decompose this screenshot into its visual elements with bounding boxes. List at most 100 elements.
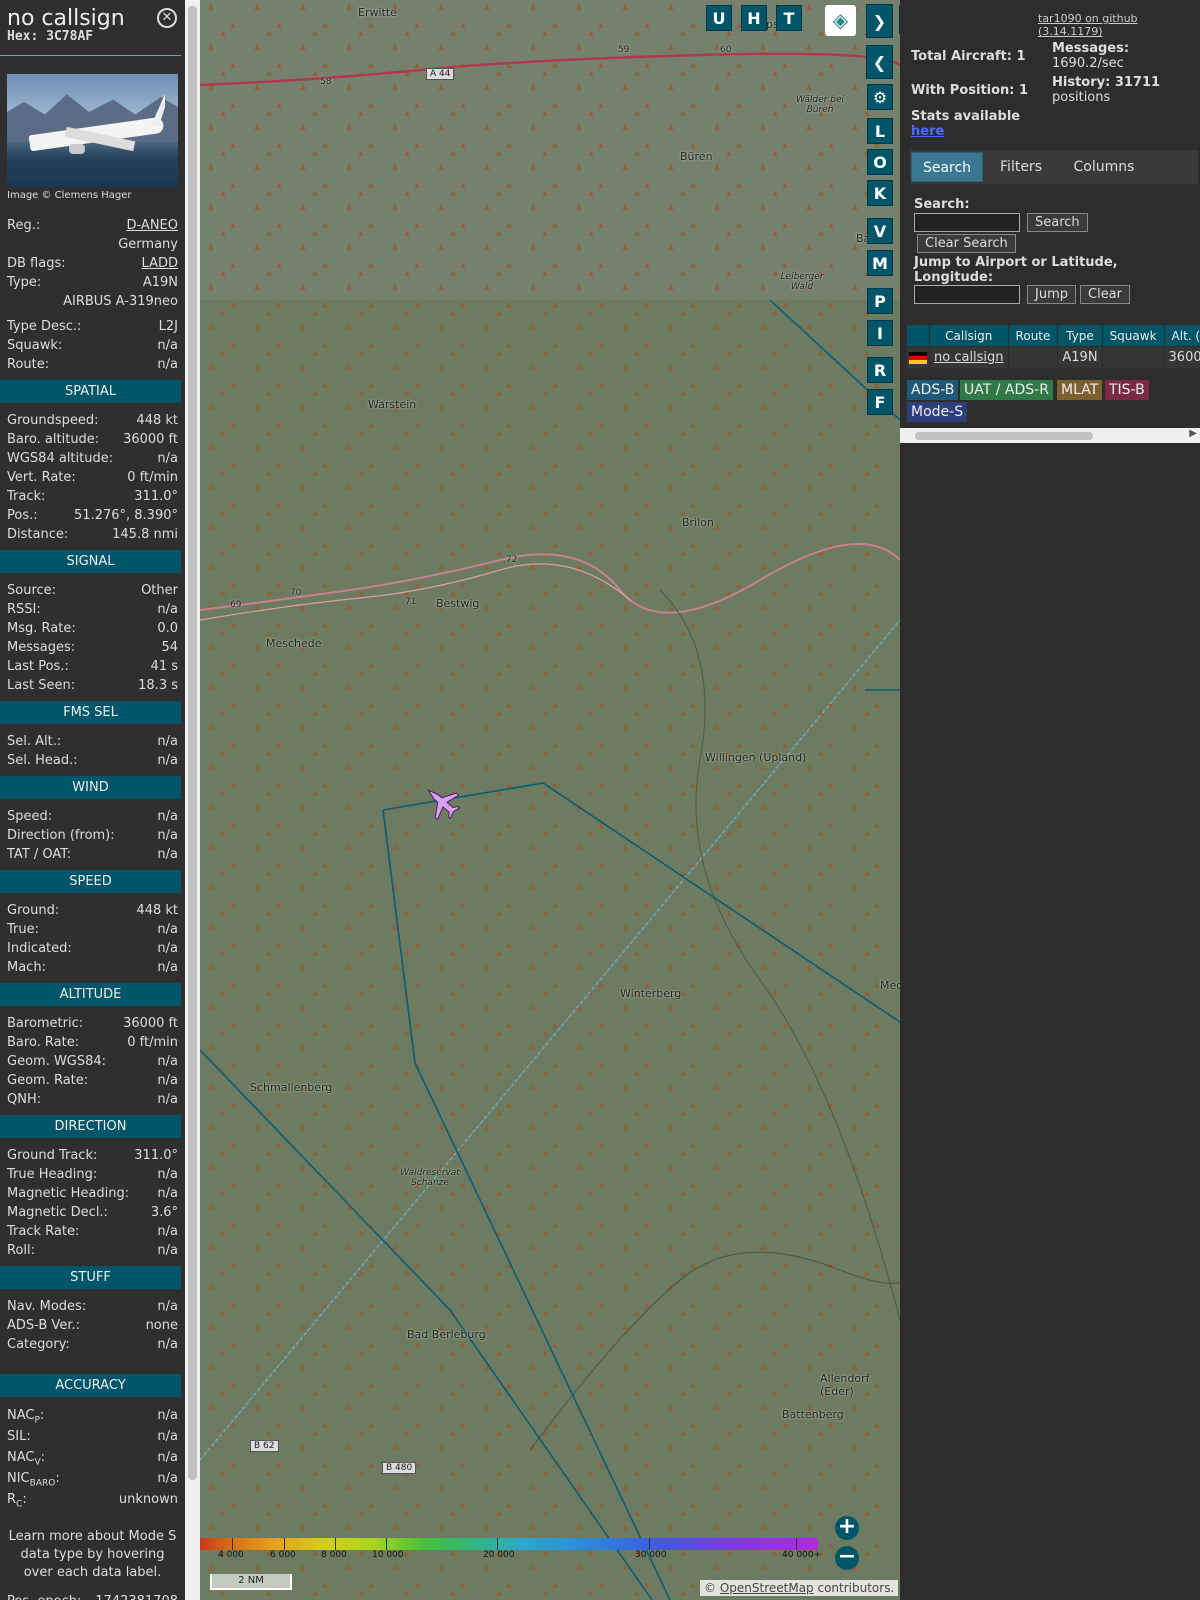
route-cell <box>1007 346 1059 369</box>
road-label: 69 <box>230 600 242 610</box>
search-input[interactable] <box>914 213 1020 232</box>
info-value: n/a <box>157 602 178 617</box>
hex-code: Hex: 3C78AF <box>7 29 94 44</box>
info-row: Last Seen: 18.3 s <box>0 676 185 695</box>
info-label: Type Desc.: <box>7 319 82 334</box>
jump-button[interactable]: Jump <box>1027 285 1076 304</box>
road-label: 59 <box>618 45 630 55</box>
column-header[interactable] <box>906 324 930 347</box>
map-button-k[interactable]: K <box>867 180 893 206</box>
table-row[interactable]: no callsign A19N 36000 <box>906 346 1200 369</box>
info-value: n/a <box>157 1429 178 1444</box>
info-row: Type Desc.: L2J <box>0 317 185 336</box>
map-button-m[interactable]: M <box>867 250 893 276</box>
info-value: n/a <box>157 941 178 956</box>
info-row: Last Pos.: 41 s <box>0 657 185 676</box>
section-header-fms-sel: FMS SEL <box>0 701 181 724</box>
altitude-tick-label: 6 000 <box>270 1550 296 1560</box>
info-row: Speed: n/a <box>0 807 185 826</box>
search-button[interactable]: Search <box>1027 213 1088 232</box>
column-header[interactable]: Callsign <box>929 324 1009 347</box>
info-row: Barometric: 36000 ft <box>0 1014 185 1033</box>
layers-icon[interactable]: ◈ <box>825 5 856 36</box>
basic-info: Reg.: D-ANEO Germany DB flags: LADD Type: A19N… <box>0 216 185 374</box>
chevron-left-icon[interactable]: ❮ <box>866 45 893 79</box>
info-row: Nav. Modes: n/a <box>0 1297 185 1316</box>
altitude-tick-label: 4 000 <box>218 1550 244 1560</box>
map-button-h[interactable]: H <box>741 5 767 31</box>
info-row: Distance: 145.8 nmi <box>0 525 185 544</box>
map-view[interactable]: ErwitteLippstadtWälder bei BürenBürenWar… <box>200 0 900 1600</box>
town-label: Bad Berleburg <box>407 1328 486 1341</box>
column-header[interactable]: Type <box>1057 324 1103 347</box>
info-value: 145.8 nmi <box>112 527 178 542</box>
stats-link[interactable]: here <box>911 124 944 139</box>
total-aircraft: Total Aircraft: 1 <box>911 49 1026 64</box>
table-horizontal-scrollbar[interactable]: ▶ <box>900 428 1200 443</box>
info-value: Other <box>141 583 178 598</box>
info-label: NACP: <box>7 1408 45 1426</box>
info-value[interactable]: LADD <box>142 254 178 273</box>
info-row: Sel. Head.: n/a <box>0 751 185 770</box>
map-button-l[interactable]: L <box>867 118 893 144</box>
map-button-u[interactable]: U <box>706 5 732 31</box>
search-label: Search: <box>914 197 970 212</box>
info-row: RC: unknown <box>0 1489 185 1510</box>
info-row: Type: A19N <box>0 273 185 292</box>
table-header-row: CallsignRouteTypeSquawkAlt. (ft)S <box>906 324 1200 347</box>
clear-button[interactable]: Clear <box>1080 285 1130 304</box>
info-row: Ground: 448 kt <box>0 901 185 920</box>
tab-search[interactable]: Search <box>911 152 983 182</box>
map-button-o[interactable]: O <box>867 149 893 175</box>
map-button-v[interactable]: V <box>867 218 893 244</box>
jump-label: Jump to Airport or Latitude, Longitude: <box>914 255 1118 285</box>
town-label: Schmallenberg <box>250 1081 333 1094</box>
map-button-i[interactable]: I <box>867 320 893 346</box>
info-row: Reg.: D-ANEO <box>0 216 185 235</box>
map-button-p[interactable]: P <box>867 288 893 314</box>
column-header[interactable]: Squawk <box>1101 324 1165 347</box>
map-button-r[interactable]: R <box>867 357 893 383</box>
info-value: 0 ft/min <box>127 470 178 485</box>
jump-input[interactable] <box>914 285 1020 304</box>
info-value: n/a <box>157 1054 178 1069</box>
map-button-f[interactable]: F <box>867 389 893 415</box>
osm-link[interactable]: OpenStreetMap <box>720 1581 814 1595</box>
info-row: Track Rate: n/a <box>0 1222 185 1241</box>
tab-filters[interactable]: Filters <box>986 152 1056 182</box>
clear-search-button[interactable]: Clear Search <box>917 234 1016 253</box>
callsign-cell[interactable]: no callsign <box>929 346 1009 369</box>
info-value: n/a <box>157 809 178 824</box>
info-row: True: n/a <box>0 920 185 939</box>
settings-gear-icon[interactable]: ⚙ <box>867 84 893 110</box>
info-row: Germany <box>0 235 185 254</box>
column-header[interactable]: Route <box>1007 324 1059 347</box>
info-value: n/a <box>157 922 178 937</box>
info-row: Indicated: n/a <box>0 939 185 958</box>
sidebar-scrollbar[interactable] <box>185 0 200 1600</box>
flag-icon <box>906 346 930 369</box>
zoom-in-button[interactable]: + <box>835 1516 859 1540</box>
info-label: Baro. Rate: <box>7 1035 80 1050</box>
altitude-tick-label: 8 000 <box>321 1550 347 1560</box>
aircraft-photo[interactable] <box>7 74 178 187</box>
town-label: Allendorf (Eder) <box>820 1372 870 1398</box>
info-row: WGS84 altitude: n/a <box>0 449 185 468</box>
github-link[interactable]: tar1090 on github (3.14.1179) <box>1038 12 1200 38</box>
town-label: Waldreservat Schanze <box>400 1168 460 1188</box>
zoom-out-button[interactable]: − <box>835 1546 859 1570</box>
info-row: RSSI: n/a <box>0 600 185 619</box>
town-label: Erwitte <box>358 6 397 19</box>
info-label: ADS-B Ver.: <box>7 1318 80 1333</box>
info-label: Last Seen: <box>7 678 76 693</box>
chevron-right-icon[interactable]: ❯ <box>866 4 893 38</box>
close-icon[interactable]: ✕ <box>157 8 177 28</box>
column-header[interactable]: Alt. (ft) <box>1163 324 1200 347</box>
altitude-cell: 36000 <box>1163 346 1200 369</box>
info-value[interactable]: D-ANEO <box>127 216 178 235</box>
info-label: Ground Track: <box>7 1148 98 1163</box>
map-button-t[interactable]: T <box>776 5 802 31</box>
tab-columns[interactable]: Columns <box>1060 152 1148 182</box>
right-panel: tar1090 on github (3.14.1179) Total Airc… <box>900 0 1200 1600</box>
info-label: Route: <box>7 357 50 372</box>
